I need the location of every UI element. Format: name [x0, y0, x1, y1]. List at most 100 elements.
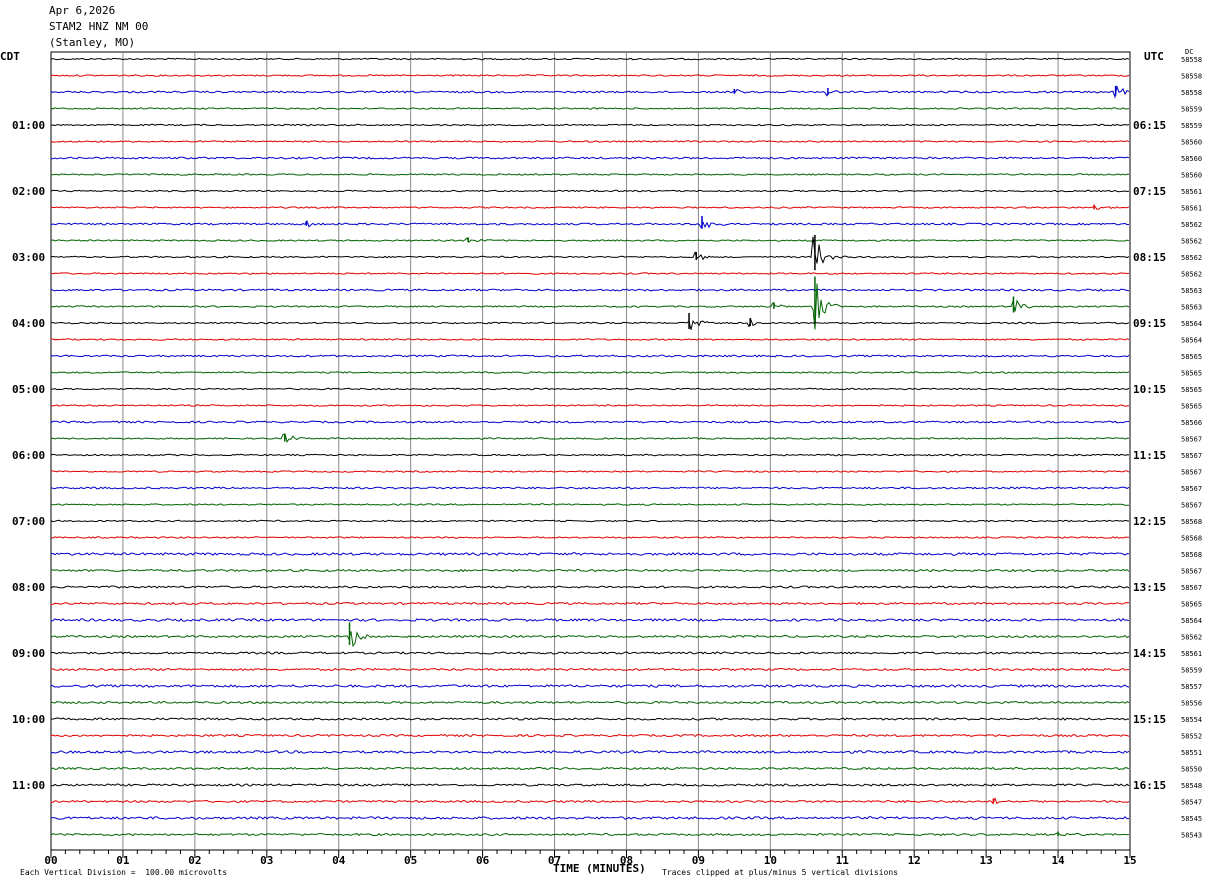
- dc-offset-label: 58565: [1181, 403, 1202, 411]
- right-hour-label: 06:15: [1133, 119, 1166, 132]
- dc-offset-label: 58568: [1181, 518, 1202, 526]
- seismic-trace: [50, 189, 1130, 193]
- seismic-trace: [50, 288, 1130, 292]
- x-tick-label: 05: [404, 854, 417, 867]
- dc-offset-label: 58550: [1181, 766, 1202, 774]
- dc-offset-label: 58563: [1181, 304, 1202, 312]
- left-hour-label: 08:00: [12, 581, 45, 594]
- seismic-trace: [50, 318, 1130, 330]
- dc-offset-label: 58558: [1181, 89, 1202, 97]
- dc-offset-label: 58565: [1181, 601, 1202, 609]
- left-hour-label: 03:00: [12, 251, 45, 264]
- dc-offset-label: 58556: [1181, 700, 1202, 708]
- right-hour-label: 10:15: [1133, 383, 1166, 396]
- dc-offset-label: 58565: [1181, 386, 1202, 394]
- left-hour-label: 10:00: [12, 713, 45, 726]
- seismic-trace: [50, 173, 1130, 176]
- seismic-trace: [50, 651, 1129, 655]
- x-tick-label: 11: [836, 854, 850, 867]
- seismic-trace: [50, 631, 1130, 648]
- dc-offset-label: 58558: [1181, 73, 1202, 81]
- seismic-trace: [50, 107, 1130, 110]
- seismic-trace: [50, 237, 1130, 243]
- dc-offset-label: 58559: [1181, 667, 1202, 675]
- seismic-trace: [50, 84, 1130, 99]
- x-tick-label: 13: [980, 854, 993, 867]
- right-hour-label: 08:15: [1133, 251, 1166, 264]
- dc-offset-label: 58567: [1181, 502, 1202, 510]
- helicorder-plot: 00 01 02 03 04 05 06 07 08 09 10 11 12 13 14 1558558585…: [12, 51, 1202, 867]
- dc-offset-label: 58567: [1181, 469, 1202, 477]
- x-tick-label: 10: [764, 854, 777, 867]
- dc-offset-label: 58543: [1181, 832, 1202, 840]
- seismic-trace: [50, 536, 1129, 539]
- seismic-trace: [50, 816, 1129, 820]
- dc-offset-label: 58552: [1181, 733, 1202, 741]
- right-hour-label: 09:15: [1133, 317, 1166, 330]
- seismic-trace: [50, 733, 1130, 738]
- left-hour-label: 09:00: [12, 647, 45, 660]
- left-hour-label: 01:00: [12, 119, 45, 132]
- seismic-trace: [50, 832, 1129, 837]
- seismic-trace: [50, 783, 1130, 787]
- x-tick-label: 01: [116, 854, 130, 867]
- dc-title: DC: [1185, 48, 1194, 56]
- dc-offset-label: 58562: [1181, 634, 1202, 642]
- seismic-trace: [50, 140, 1130, 143]
- dc-offset-label: 58559: [1181, 106, 1202, 114]
- dc-offset-label: 58567: [1181, 584, 1202, 592]
- left-hour-label: 11:00: [12, 779, 45, 792]
- seismic-trace: [50, 272, 1130, 275]
- dc-offset-label: 58568: [1181, 551, 1202, 559]
- left-hour-label: 06:00: [12, 449, 45, 462]
- seismic-trace: [50, 57, 1130, 61]
- seismic-trace: [50, 156, 1130, 160]
- dc-offset-label: 58564: [1181, 337, 1202, 345]
- dc-offset-label: 58567: [1181, 436, 1202, 444]
- right-hour-label: 12:15: [1133, 515, 1166, 528]
- seismic-trace: [50, 684, 1130, 688]
- left-hour-label: 07:00: [12, 515, 45, 528]
- dc-offset-label: 58567: [1181, 485, 1202, 493]
- dc-offset-label: 58560: [1181, 172, 1202, 180]
- x-tick-label: 03: [260, 854, 273, 867]
- right-hour-label: 13:15: [1133, 581, 1166, 594]
- footer-clip-note: Traces clipped at plus/minus 5 vertical …: [662, 868, 899, 877]
- seismic-trace: [50, 205, 1130, 210]
- seismic-trace: [50, 387, 1130, 391]
- x-tick-label: 12: [908, 854, 921, 867]
- dc-offset-label: 58562: [1181, 221, 1202, 229]
- dc-offset-label: 58562: [1181, 271, 1202, 279]
- seismic-trace: [50, 433, 1130, 443]
- seismic-trace: [50, 568, 1130, 573]
- x-tick-label: 15: [1123, 854, 1136, 867]
- x-tick-label: 09: [692, 854, 705, 867]
- dc-offset-label: 58558: [1181, 56, 1202, 64]
- seismic-trace: [50, 354, 1130, 358]
- left-axis-title: CDT: [0, 50, 20, 63]
- dc-offset-label: 58560: [1181, 155, 1202, 163]
- dc-offset-label: 58562: [1181, 238, 1202, 246]
- x-tick-label: 04: [332, 854, 346, 867]
- seismic-trace: [50, 371, 1130, 374]
- seismic-trace: [50, 338, 1130, 341]
- seismic-trace: [50, 404, 1130, 407]
- dc-offset-label: 58559: [1181, 122, 1202, 130]
- right-hour-label: 16:15: [1133, 779, 1166, 792]
- dc-offset-label: 58565: [1181, 370, 1202, 378]
- left-hour-label: 05:00: [12, 383, 45, 396]
- dc-offset-label: 58564: [1181, 617, 1202, 625]
- dc-offset-label: 58554: [1181, 716, 1202, 724]
- dc-offset-label: 58563: [1181, 287, 1202, 295]
- seismic-trace: [50, 667, 1130, 672]
- seismic-trace: [50, 519, 1130, 523]
- dc-offset-label: 58567: [1181, 452, 1202, 460]
- left-hour-label: 02:00: [12, 185, 45, 198]
- x-tick-label: 02: [188, 854, 201, 867]
- plot-frame: [50, 51, 1131, 851]
- right-axis-title: UTC: [1144, 50, 1164, 63]
- dc-offset-label: 58567: [1181, 568, 1202, 576]
- dc-offset-label: 58557: [1181, 683, 1202, 691]
- right-hour-label: 15:15: [1133, 713, 1166, 726]
- seismic-trace: [50, 420, 1130, 424]
